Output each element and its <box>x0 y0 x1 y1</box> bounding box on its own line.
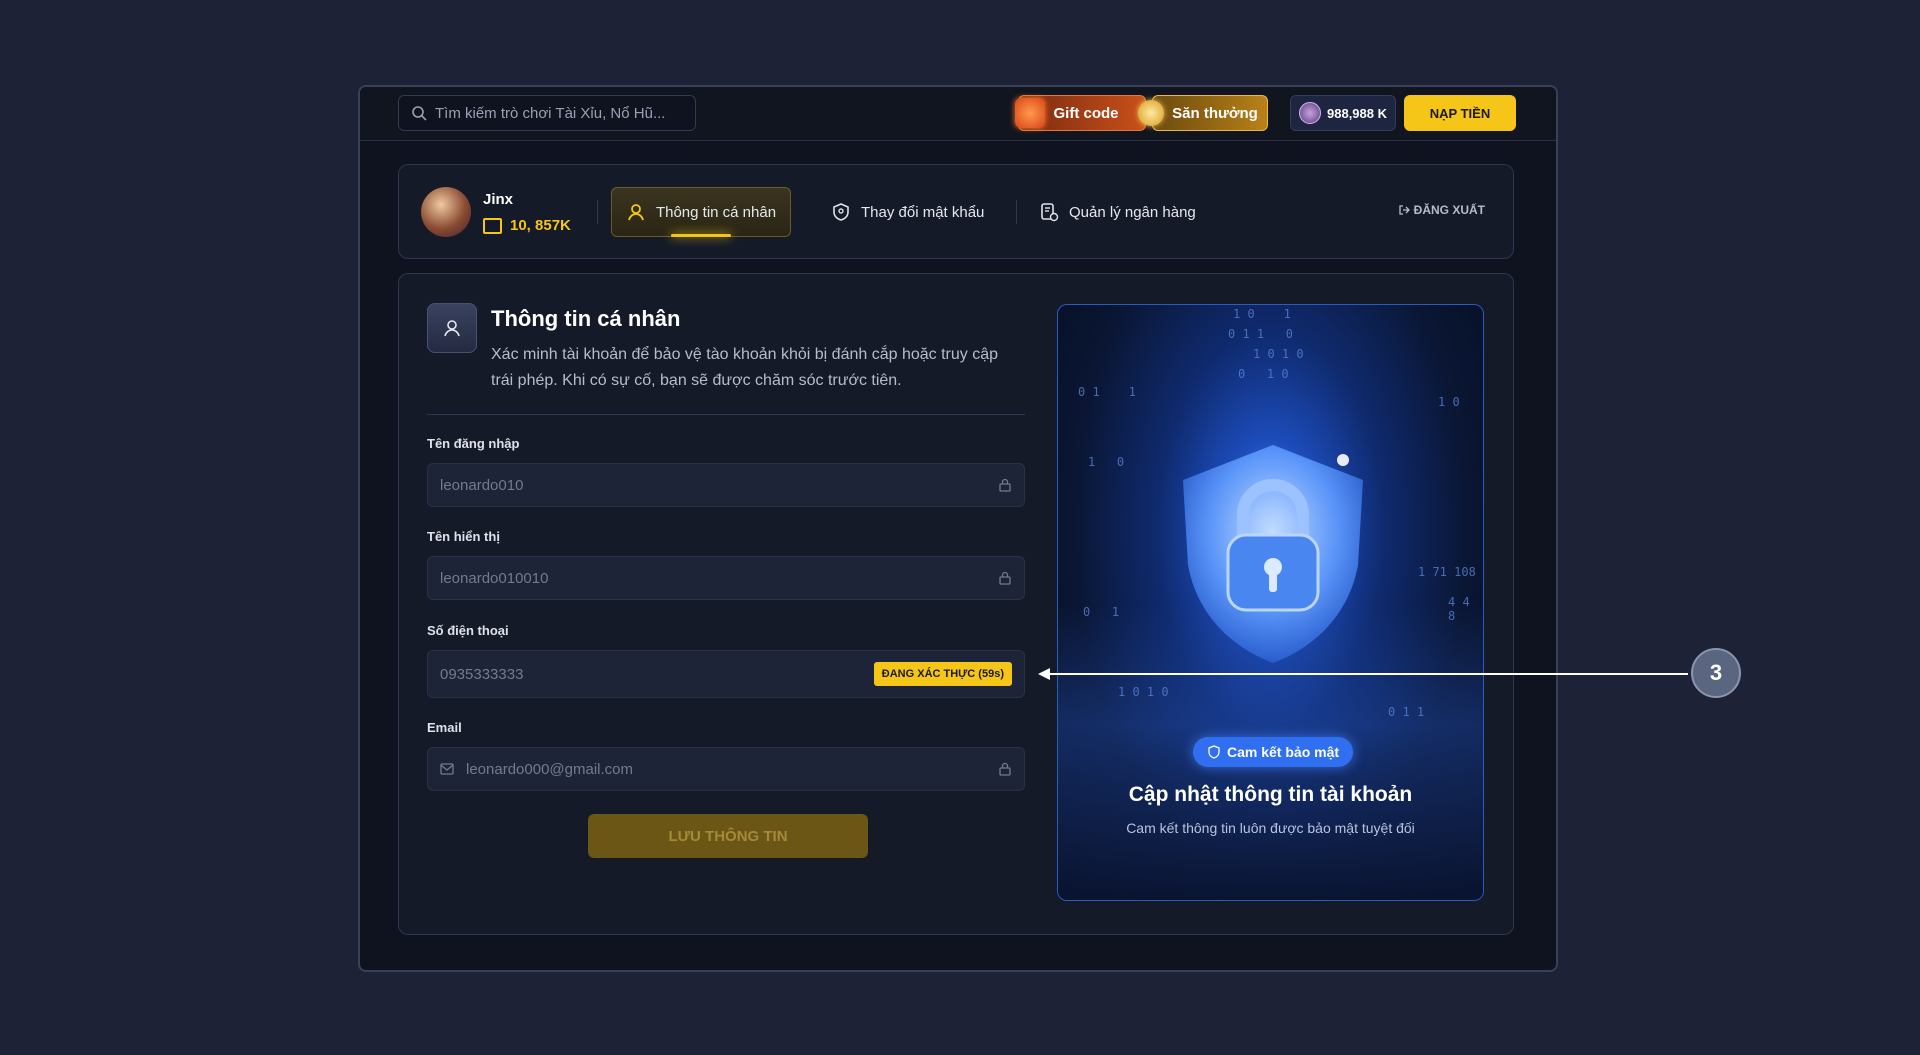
binary-digits: 0 1 1 <box>1078 385 1136 399</box>
separator <box>597 200 598 224</box>
shield-lock-illustration <box>1183 445 1363 663</box>
bank-doc-icon <box>1041 203 1059 222</box>
tab-personal-info[interactable]: Thông tin cá nhân <box>611 187 791 237</box>
gift-box-icon <box>1015 98 1046 128</box>
personal-info-panel: Thông tin cá nhân Xác minh tài khoản để … <box>398 273 1514 935</box>
binary-digits: 0 1 0 <box>1238 367 1289 381</box>
username-field[interactable]: leonardo010 <box>427 463 1025 507</box>
shield-lock-icon <box>833 203 849 221</box>
reward-hunt-button[interactable]: Săn thưởng <box>1138 95 1268 131</box>
divider <box>427 414 1025 415</box>
hero-subtitle: Cam kết thông tin luôn được bảo mật tuyệ… <box>1126 820 1415 836</box>
wallet-balance: 10, 857K <box>483 217 571 234</box>
binary-digits: 1 0 1 0 <box>1118 685 1169 699</box>
security-commitment-badge: Cam kết bảo mật <box>1193 737 1354 767</box>
user-icon <box>444 320 460 337</box>
save-button[interactable]: LƯU THÔNG TIN <box>588 814 868 858</box>
email-label: Email <box>427 720 462 735</box>
username-label: Tên đăng nhập <box>427 436 520 451</box>
reward-hunt-label: Săn thưởng <box>1172 104 1258 122</box>
display-name-label: Tên hiển thị <box>427 529 500 544</box>
binary-digits: 1 0 1 0 <box>1253 347 1304 361</box>
user-icon <box>628 204 644 221</box>
username-value: leonardo010 <box>440 476 524 494</box>
wallet-icon <box>483 217 502 234</box>
email-value: leonardo000@gmail.com <box>466 760 633 778</box>
phone-field[interactable]: 0935333333 ĐANG XÁC THỰC (59s) <box>427 650 1025 698</box>
security-commitment-label: Cam kết bảo mật <box>1227 744 1340 760</box>
mail-icon <box>440 763 454 775</box>
phone-label: Số điện thoại <box>427 623 509 638</box>
medal-icon <box>1138 100 1165 126</box>
page-title: Thông tin cá nhân <box>491 306 681 331</box>
profile-header-icon <box>427 303 477 353</box>
logout-button[interactable]: ĐĂNG XUẤT <box>1398 203 1485 217</box>
binary-digits: 0 1 1 0 <box>1228 327 1294 341</box>
coin-balance[interactable]: 988,988 K <box>1290 95 1396 131</box>
tab-change-password-label: Thay đổi mật khẩu <box>861 203 985 221</box>
verifying-badge[interactable]: ĐANG XÁC THỰC (59s) <box>873 662 1012 686</box>
search-icon <box>412 106 427 121</box>
username: Jinx <box>483 191 514 208</box>
search-placeholder: Tìm kiếm trò chơi Tài Xỉu, Nổ Hũ... <box>435 104 666 122</box>
deposit-button[interactable]: NẠP TIỀN <box>1404 95 1516 131</box>
lock-icon <box>999 478 1011 492</box>
hero-title: Cập nhật thông tin tài khoản <box>1128 783 1413 806</box>
separator <box>1016 200 1017 224</box>
binary-digits: 1 0 1 <box>1233 307 1291 321</box>
tab-change-password[interactable]: Thay đổi mật khẩu <box>831 187 984 237</box>
search-input[interactable]: Tìm kiếm trò chơi Tài Xỉu, Nổ Hũ... <box>398 95 696 131</box>
tab-bank-management[interactable]: Quản lý ngân hàng <box>1039 187 1196 237</box>
annotation-marker: 3 <box>1691 648 1741 698</box>
binary-digits: 1 0 <box>1438 395 1460 409</box>
binary-digits: 0 1 1 <box>1388 705 1425 719</box>
annotation-arrow <box>1048 673 1688 675</box>
binary-digits: 4 4 8 <box>1448 595 1470 623</box>
logout-label: ĐĂNG XUẤT <box>1413 203 1485 217</box>
display-name-value: leonardo010010 <box>440 569 549 587</box>
tab-personal-info-label: Thông tin cá nhân <box>655 203 777 221</box>
binary-digits: 0 1 <box>1083 605 1120 619</box>
coin-avatar-icon <box>1299 102 1321 124</box>
phone-value: 0935333333 <box>440 665 524 683</box>
wallet-balance-value: 10, 857K <box>510 217 571 234</box>
security-hero-card: 1 0 1 0 1 1 0 1 0 1 0 0 1 0 0 1 1 1 0 1 … <box>1057 304 1484 901</box>
tab-bank-management-label: Quản lý ngân hàng <box>1069 203 1196 221</box>
avatar[interactable] <box>421 187 471 237</box>
coin-balance-value: 988,988 K <box>1327 105 1387 121</box>
binary-digits: 1 71 108 <box>1418 565 1476 579</box>
display-name-field[interactable]: leonardo010010 <box>427 556 1025 600</box>
binary-digits: 1 0 <box>1088 455 1125 469</box>
logout-icon <box>1399 205 1410 215</box>
gift-code-label: Gift code <box>1053 104 1119 122</box>
profile-bar: Jinx 10, 857K Thông tin cá nhân Thay đổi… <box>398 164 1514 259</box>
lock-icon <box>999 571 1011 585</box>
shield-icon <box>1208 745 1220 759</box>
app-window: Tìm kiếm trò chơi Tài Xỉu, Nổ Hũ... Gift… <box>358 85 1558 972</box>
page-description: Xác minh tài khoản để bảo vệ tào khoản k… <box>491 346 999 389</box>
lock-icon <box>999 762 1011 776</box>
email-field[interactable]: leonardo000@gmail.com <box>427 747 1025 791</box>
top-bar: Tìm kiếm trò chơi Tài Xỉu, Nổ Hũ... Gift… <box>360 87 1556 141</box>
gift-code-button[interactable]: Gift code <box>1015 95 1146 131</box>
